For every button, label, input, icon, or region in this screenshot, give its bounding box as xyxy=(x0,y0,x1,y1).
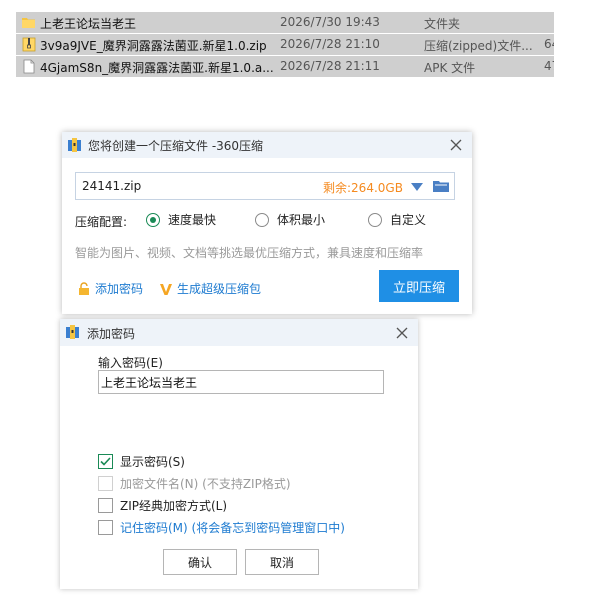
archive-path-box: 剩余:264.0GB xyxy=(75,172,455,200)
archive-app-icon xyxy=(66,325,79,339)
checkbox-indicator xyxy=(98,520,113,535)
zip-classic-encryption-checkbox[interactable]: ZIP经典加密方式(L) xyxy=(98,497,227,514)
add-password-label: 添加密码 xyxy=(95,282,144,296)
file-date: 2026/7/30 19:43 xyxy=(280,15,380,29)
file-name: 4GjamS8n_魔界洞露露法菌亚.新星1.0.a... xyxy=(40,61,274,75)
compress-dialog-title: 您将创建一个压缩文件 -360压缩 xyxy=(88,139,264,153)
file-date: 2026/7/28 21:11 xyxy=(280,59,380,73)
encrypt-filename-checkbox[interactable]: 加密文件名(N) (不支持ZIP格式) xyxy=(98,475,291,492)
file-name: 上老王论坛当老王 xyxy=(40,17,137,31)
screen: 上老王论坛当老王 2026/7/30 19:43 文件夹 3v9a9JVE_魔界… xyxy=(0,0,616,614)
file-size: 47 xyxy=(544,59,554,73)
radio-indicator xyxy=(146,212,160,227)
radio-label: 体积最小 xyxy=(277,213,326,227)
file-date: 2026/7/28 21:10 xyxy=(280,37,380,51)
checkbox-label: 记住密码(M) (将会备忘到密码管理窗口中) xyxy=(120,519,345,536)
folder-browse-icon[interactable] xyxy=(433,179,449,193)
password-dialog-title: 添加密码 xyxy=(87,327,136,341)
free-space-label: 剩余:264.0GB xyxy=(323,181,403,195)
radio-label: 自定义 xyxy=(390,213,427,227)
close-icon[interactable] xyxy=(394,325,410,341)
file-icon xyxy=(23,59,35,74)
compress-hint: 智能为图片、视频、文档等挑选最优压缩方式，兼具速度和压缩率 xyxy=(75,246,424,260)
checkbox-label-text: 加密文件名(N) xyxy=(120,477,199,491)
lock-icon xyxy=(79,281,89,295)
super-package-label: 生成超级压缩包 xyxy=(177,282,262,296)
checkbox-label: 加密文件名(N) (不支持ZIP格式) xyxy=(120,475,291,492)
file-type: 压缩(zipped)文件... xyxy=(424,39,533,53)
radio-fastest[interactable]: 速度最快 xyxy=(146,211,216,228)
checkbox-note: (不支持ZIP格式) xyxy=(198,477,291,491)
checkbox-indicator xyxy=(98,454,113,469)
file-type: APK 文件 xyxy=(424,61,476,75)
checkbox-label: ZIP经典加密方式(L) xyxy=(120,499,228,513)
file-list: 上老王论坛当老王 2026/7/30 19:43 文件夹 3v9a9JVE_魔界… xyxy=(16,12,554,78)
chevron-down-icon[interactable] xyxy=(411,182,423,192)
compress-dialog: 您将创建一个压缩文件 -360压缩 剩余:264.0GB 压缩配置: 速度最快 … xyxy=(62,132,472,314)
compress-dialog-titlebar[interactable]: 您将创建一个压缩文件 -360压缩 xyxy=(62,132,472,158)
folder-icon xyxy=(22,18,35,28)
password-dialog: 添加密码 输入密码(E) 显示密码(S) 加密文件名(N) (不支持ZIP格式)… xyxy=(60,319,418,589)
password-input[interactable] xyxy=(98,370,384,394)
v-badge-icon xyxy=(160,283,172,295)
file-size: 64 xyxy=(544,37,554,51)
archive-filename-input[interactable] xyxy=(76,173,306,199)
archive-app-icon xyxy=(68,138,81,152)
checkmark-icon xyxy=(100,457,111,466)
file-row-zip[interactable]: 3v9a9JVE_魔界洞露露法菌亚.新星1.0.zip 2026/7/28 21… xyxy=(16,34,554,55)
password-dialog-titlebar[interactable]: 添加密码 xyxy=(60,319,418,346)
checkbox-indicator xyxy=(98,498,113,513)
compress-now-button[interactable]: 立即压缩 xyxy=(379,270,459,302)
radio-indicator xyxy=(368,212,382,227)
close-icon[interactable] xyxy=(448,137,464,153)
remember-password-checkbox[interactable]: 记住密码(M) (将会备忘到密码管理窗口中) xyxy=(98,519,345,536)
confirm-button[interactable]: 确认 xyxy=(163,549,237,575)
zip-file-icon xyxy=(22,37,36,52)
checkbox-label-text: 记住密码(M) xyxy=(120,521,188,535)
checkbox-note: (将会备忘到密码管理窗口中) xyxy=(187,521,345,535)
super-package-link[interactable]: 生成超级压缩包 xyxy=(159,280,261,297)
radio-custom[interactable]: 自定义 xyxy=(368,211,426,228)
file-row-folder[interactable]: 上老王论坛当老王 2026/7/30 19:43 文件夹 xyxy=(16,12,554,33)
radio-label: 速度最快 xyxy=(168,213,217,227)
compress-config-label: 压缩配置: xyxy=(75,215,128,229)
radio-indicator xyxy=(255,212,269,227)
checkbox-indicator xyxy=(98,476,113,491)
file-row-apk[interactable]: 4GjamS8n_魔界洞露露法菌亚.新星1.0.a... 2026/7/28 2… xyxy=(16,56,554,77)
add-password-link[interactable]: 添加密码 xyxy=(77,280,143,297)
checkbox-label: 显示密码(S) xyxy=(120,455,185,469)
cancel-button[interactable]: 取消 xyxy=(245,549,319,575)
file-type: 文件夹 xyxy=(424,17,461,31)
show-password-checkbox[interactable]: 显示密码(S) xyxy=(98,453,185,470)
file-name: 3v9a9JVE_魔界洞露露法菌亚.新星1.0.zip xyxy=(40,39,267,53)
radio-smallest[interactable]: 体积最小 xyxy=(255,211,325,228)
password-input-label: 输入密码(E) xyxy=(98,356,163,370)
